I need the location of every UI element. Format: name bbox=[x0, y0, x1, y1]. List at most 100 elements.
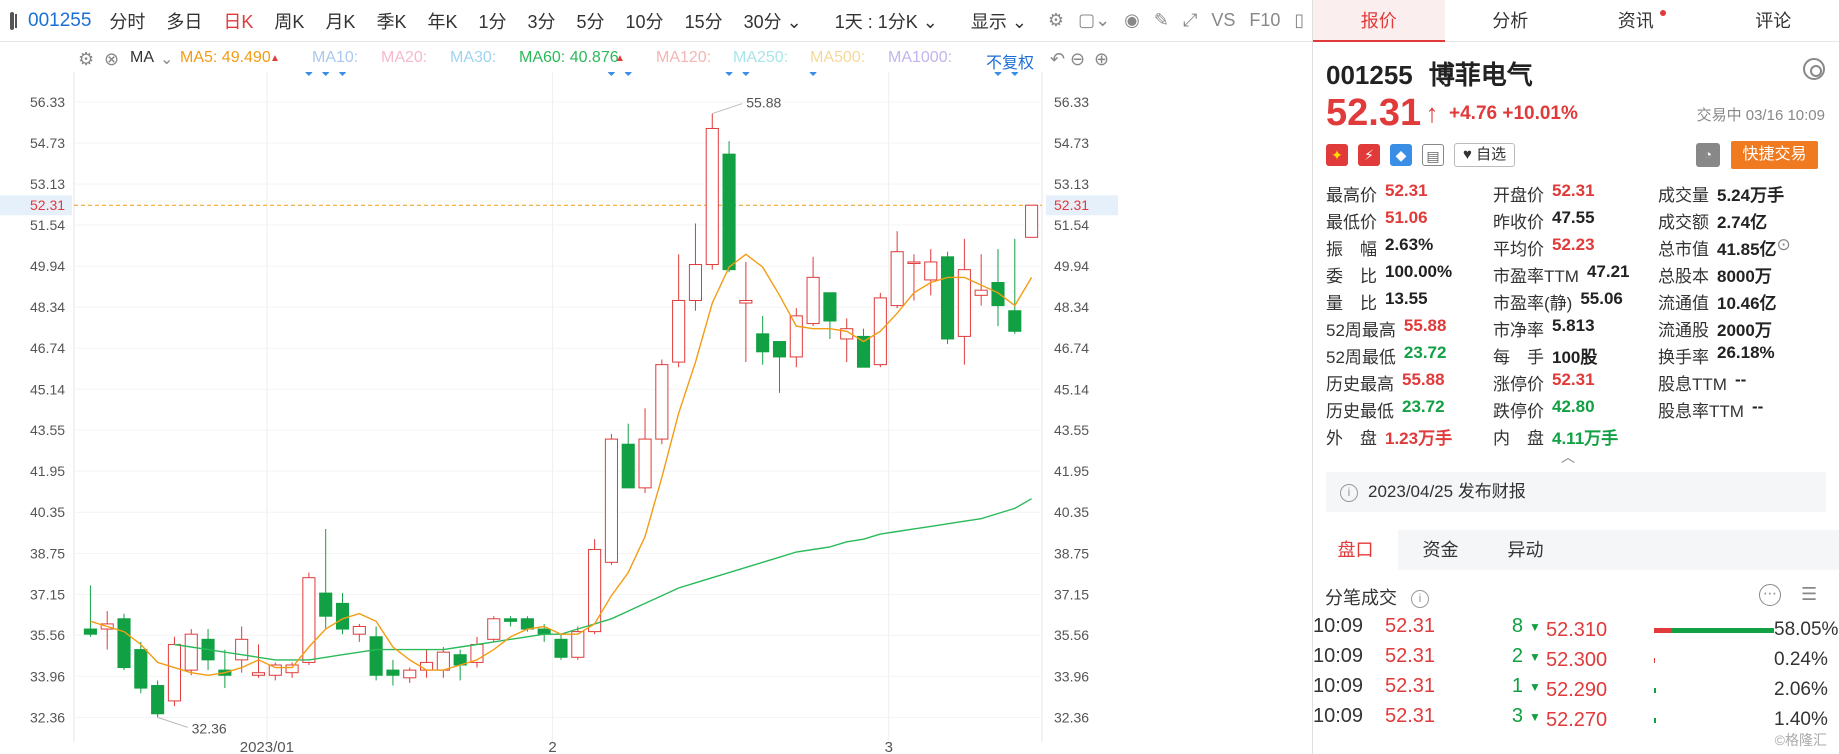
gear-icon[interactable] bbox=[1803, 58, 1825, 80]
more-icon[interactable]: ⋯ bbox=[1759, 584, 1781, 606]
period-tab[interactable]: 3分 bbox=[528, 8, 556, 34]
tab-comments[interactable]: 评论 bbox=[1708, 0, 1839, 41]
y-tick-label-left: 46.74 bbox=[30, 340, 65, 356]
display-select[interactable]: 显示 ⌄ bbox=[971, 8, 1027, 34]
y-tick-label-right: 37.15 bbox=[1054, 586, 1089, 602]
camera-icon[interactable]: ◉ bbox=[1124, 10, 1140, 31]
y-tick-label-right: 48.34 bbox=[1054, 299, 1089, 315]
y-tick-label-left: 45.14 bbox=[30, 381, 65, 397]
y-tick-label-left: 43.55 bbox=[30, 422, 65, 438]
candle-body bbox=[537, 628, 551, 635]
period-tab[interactable]: 15分 bbox=[685, 8, 723, 34]
stat-cell: 最高价 52.31 bbox=[1326, 181, 1493, 208]
y-tick-label-left: 48.34 bbox=[30, 299, 65, 315]
stat-value: 100股 bbox=[1552, 348, 1598, 367]
pen-icon[interactable]: ✎ bbox=[1154, 10, 1169, 31]
period-tab[interactable]: 分时 bbox=[109, 8, 145, 34]
level-price: 52.300 bbox=[1546, 648, 1608, 671]
f10-button[interactable]: F10 bbox=[1249, 10, 1280, 31]
adjust-select[interactable]: 不复权 bbox=[986, 49, 1034, 73]
square-icon[interactable]: ▢⌄ bbox=[1078, 10, 1110, 31]
layout-icon[interactable] bbox=[10, 11, 17, 30]
last-price-label-left: 52.31 bbox=[30, 197, 65, 213]
stat-label: 总股本 bbox=[1658, 267, 1709, 286]
stat-label: 委 比 bbox=[1326, 267, 1377, 286]
trade-row: 10:09 52.31 8 ▼ bbox=[1313, 615, 1543, 645]
tab-analysis[interactable]: 分析 bbox=[1445, 0, 1577, 41]
last-price: 52.31 bbox=[1326, 92, 1422, 134]
stat-cell: 流通股 2000万 bbox=[1658, 316, 1772, 343]
candle-body bbox=[554, 638, 568, 658]
watchlist-button[interactable]: ♥ 自选 bbox=[1454, 143, 1516, 167]
y-tick-label-left: 33.96 bbox=[30, 668, 65, 684]
price-change: +4.76 +10.01% bbox=[1449, 103, 1578, 124]
bell-icon[interactable]: ◔ bbox=[1696, 143, 1720, 167]
tab-movement[interactable]: 异动 bbox=[1483, 530, 1568, 570]
list-icon[interactable]: ☰ bbox=[1801, 585, 1821, 605]
expand-icon[interactable]: ⤢ bbox=[1183, 10, 1197, 31]
period-tab[interactable]: 月K bbox=[325, 8, 355, 34]
tab-orderbook[interactable]: 盘口 bbox=[1313, 530, 1398, 570]
undo-icon[interactable]: ↶ bbox=[1050, 49, 1065, 70]
ma-select[interactable]: MA bbox=[130, 49, 154, 67]
stat-value: 52.31 bbox=[1552, 181, 1595, 200]
y-tick-label-left: 38.75 bbox=[30, 545, 65, 561]
y-tick-label-left: 56.33 bbox=[30, 94, 65, 110]
tab-capital[interactable]: 资金 bbox=[1398, 530, 1483, 570]
trade-time: 10:09 bbox=[1313, 645, 1364, 667]
trade-price: 52.31 bbox=[1385, 675, 1436, 697]
china-flag-icon: ✦ bbox=[1326, 144, 1348, 166]
stat-label: 最高价 bbox=[1326, 186, 1377, 205]
stat-cell: 股息率TTM -- bbox=[1658, 397, 1763, 424]
stock-code: 001255 bbox=[28, 9, 92, 31]
period-tab[interactable]: 季K bbox=[376, 8, 406, 34]
stat-cell: 平均价 52.23 bbox=[1493, 235, 1658, 262]
candle-body bbox=[504, 618, 518, 622]
period-tab[interactable]: 30分 ⌄ bbox=[744, 8, 802, 34]
period-tab[interactable]: 日K bbox=[223, 8, 253, 34]
stat-label: 开盘价 bbox=[1493, 186, 1544, 205]
low-annotation: 32.36 bbox=[192, 720, 227, 736]
zoom-out-icon[interactable]: ⊖ bbox=[1070, 49, 1085, 70]
candle-body bbox=[890, 251, 904, 307]
zoom-in-icon[interactable]: ⊕ bbox=[1094, 49, 1109, 70]
report-notice[interactable]: i 2023/04/25 发布财报 bbox=[1326, 472, 1826, 512]
stat-cell: 52周最高 55.88 bbox=[1326, 316, 1493, 343]
trade-time: 10:09 bbox=[1313, 705, 1364, 727]
gear-icon[interactable]: ⚙ bbox=[78, 49, 94, 70]
close-icon[interactable]: ⊗ bbox=[104, 49, 119, 70]
more-icon[interactable]: ⊙ bbox=[1777, 235, 1791, 262]
event-marker-icon bbox=[322, 72, 330, 77]
note-icon[interactable]: ▤ bbox=[1422, 144, 1444, 166]
info-icon[interactable]: i bbox=[1411, 590, 1429, 609]
period-tab[interactable]: 5分 bbox=[577, 8, 605, 34]
period-tab[interactable]: 1分 bbox=[478, 8, 506, 34]
tab-news[interactable]: 资讯 bbox=[1576, 0, 1708, 41]
sidebar-icon[interactable]: ▯ bbox=[1294, 10, 1304, 31]
kline-chart[interactable]: 2023/01 2 3 56.33 56.33 54.73 54.73 53.13 53.13 5… bbox=[0, 72, 1118, 754]
period-tab[interactable]: 多日 bbox=[166, 8, 202, 34]
vs-button[interactable]: VS bbox=[1211, 10, 1235, 31]
candle-body bbox=[151, 685, 165, 715]
change-value: +4.76 bbox=[1449, 102, 1498, 124]
stat-label: 市盈率(静) bbox=[1493, 294, 1573, 313]
period-tab[interactable]: 10分 bbox=[626, 8, 664, 34]
stat-cell: 历史最高 55.88 bbox=[1326, 370, 1493, 397]
range-select[interactable]: 1天 : 1分K ⌄ bbox=[835, 8, 938, 34]
collapse-icon[interactable]: ︿ bbox=[1561, 447, 1575, 467]
chevron-down-icon[interactable]: ⌄ bbox=[160, 49, 173, 69]
low-annotation-leader bbox=[157, 716, 188, 728]
level-percent: 2.06% bbox=[1774, 679, 1828, 700]
stat-cell: 市净率 5.813 bbox=[1493, 316, 1658, 343]
watermark: ©格隆汇 bbox=[1774, 732, 1827, 748]
trade-status: 交易中 03/16 10:09 bbox=[1696, 107, 1825, 124]
stat-value: 55.88 bbox=[1402, 370, 1445, 389]
stat-cell: 流通值 10.46亿 bbox=[1658, 289, 1777, 316]
period-tab[interactable]: 年K bbox=[427, 8, 457, 34]
quick-trade-button[interactable]: 快捷交易 bbox=[1731, 141, 1818, 169]
stat-cell: 量 比 13.55 bbox=[1326, 289, 1493, 316]
gear-icon[interactable]: ⚙ bbox=[1048, 10, 1064, 31]
tab-quote[interactable]: 报价 bbox=[1313, 0, 1445, 42]
last-price-label-right: 52.31 bbox=[1054, 197, 1089, 213]
period-tab[interactable]: 周K bbox=[274, 8, 304, 34]
